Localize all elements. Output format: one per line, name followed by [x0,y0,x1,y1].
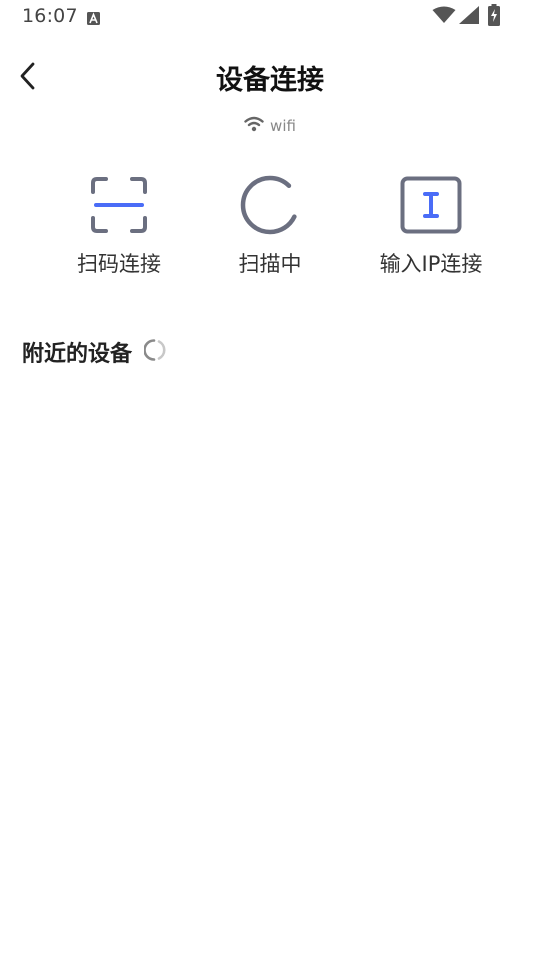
scan-qr-connect-label: 扫码连接 [77,252,161,276]
nearby-device-list [0,380,540,940]
loading-spinner-icon [143,338,168,366]
app-header: 设备连接 [0,50,540,104]
status-icons [432,4,500,30]
scanning-label: 扫描中 [238,252,302,276]
status-time: 16:07 [22,5,78,27]
input-ip-connect-label: 输入IP连接 [379,252,483,276]
page-title: 设备连接 [216,65,324,96]
input-ip-connect-button[interactable]: 输入IP连接 [356,170,506,278]
network-name: wifi [270,117,296,135]
network-info: wifi [0,116,540,136]
nearby-devices-header: 附近的设备 [22,336,168,368]
qr-scan-icon [84,170,154,240]
wifi-icon [244,116,264,136]
connection-actions: 扫码连接 扫描中 输入IP连接 [0,170,540,290]
text-input-icon [396,170,466,240]
notification-a-icon [87,10,100,25]
nearby-devices-title: 附近的设备 [22,342,133,367]
battery-charging-icon [488,4,500,30]
loading-spinner-icon [235,170,305,240]
status-bar: 16:07 [0,0,540,34]
scan-qr-connect-button[interactable]: 扫码连接 [44,170,194,278]
wifi-signal-icon [432,6,456,28]
cell-signal-icon [458,5,480,29]
scanning-button[interactable]: 扫描中 [195,170,345,278]
